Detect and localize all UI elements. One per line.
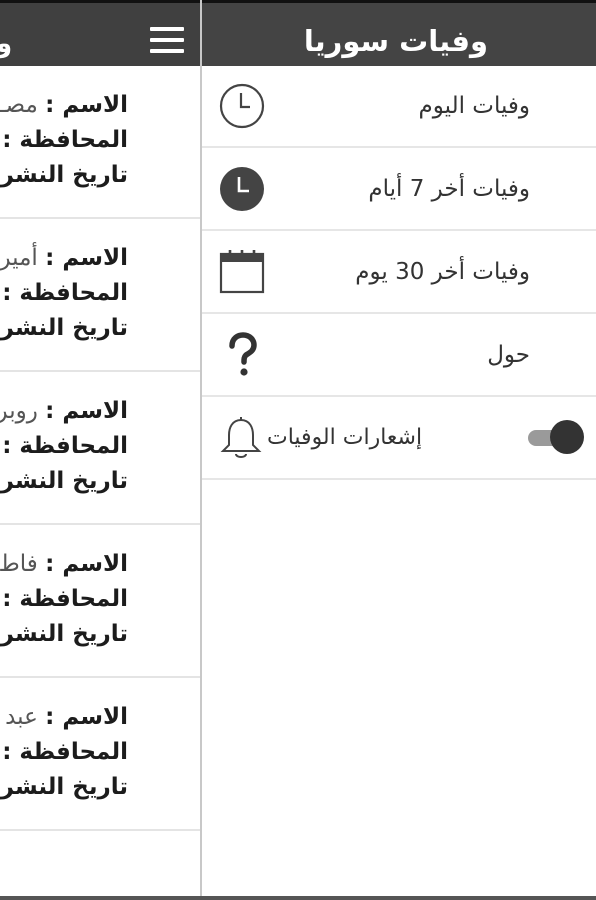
nav-item-7-days[interactable]: وفيات أخر 7 أيام <box>202 149 596 231</box>
question-icon <box>229 332 257 376</box>
name-label: الاسم : <box>45 92 128 118</box>
notifications-toggle[interactable] <box>528 420 584 456</box>
main-app-bar: و <box>0 0 200 66</box>
date-label: تاريخ النشر: <box>0 315 128 341</box>
province-label: المحافظة : <box>2 586 128 612</box>
date-label: تاريخ النشر: <box>0 774 128 800</box>
name-label: الاسم : <box>45 551 128 577</box>
nav-item-label: حول <box>487 342 530 368</box>
calendar-icon <box>219 250 265 294</box>
death-notice-card[interactable]: الاسم : عبد المحافظة : تاريخ النشر: <box>0 678 200 831</box>
drawer-title: وفيات سوريا <box>303 24 488 58</box>
name-value: أمير <box>0 245 38 271</box>
hamburger-menu-icon[interactable] <box>150 27 184 53</box>
navigation-drawer: وفيات سوريا وفيات اليوم وفيات أخر 7 أيام… <box>200 0 596 900</box>
death-notice-card[interactable]: الاسم : روبر المحافظة : تاريخ النشر: <box>0 372 200 525</box>
notifications-label: إشعارات الوفيات <box>267 425 423 450</box>
province-label: المحافظة : <box>2 127 128 153</box>
nav-item-label: وفيات أخر 7 أيام <box>368 176 530 202</box>
province-label: المحافظة : <box>2 280 128 306</box>
main-content: و الاسم : مصـ المحافظة : تاريخ النشر: ال… <box>0 0 200 900</box>
name-value: فاط <box>0 551 38 577</box>
clock-filled-icon <box>220 167 264 211</box>
province-label: المحافظة : <box>2 739 128 765</box>
clock-outline-icon <box>219 83 265 129</box>
name-value: روبر <box>0 398 38 424</box>
province-label: المحافظة : <box>2 433 128 459</box>
date-label: تاريخ النشر: <box>0 621 128 647</box>
death-notice-card[interactable]: الاسم : فاط المحافظة : تاريخ النشر: <box>0 525 200 678</box>
nav-item-label: وفيات اليوم <box>418 93 530 119</box>
death-notice-card[interactable]: الاسم : أمير المحافظة : تاريخ النشر: <box>0 219 200 372</box>
nav-item-notifications: إشعارات الوفيات <box>202 398 596 480</box>
name-value: عبد <box>5 704 38 730</box>
name-value: مصـ <box>0 92 38 118</box>
name-label: الاسم : <box>45 398 128 424</box>
name-label: الاسم : <box>45 245 128 271</box>
death-notice-card[interactable]: الاسم : مصـ المحافظة : تاريخ النشر: <box>0 66 200 219</box>
nav-item-today-deaths[interactable]: وفيات اليوم <box>202 66 596 148</box>
name-label: الاسم : <box>45 704 128 730</box>
nav-item-label: وفيات أخر 30 يوم <box>355 259 530 285</box>
nav-item-about[interactable]: حول <box>202 315 596 397</box>
date-label: تاريخ النشر: <box>0 468 128 494</box>
nav-item-30-days[interactable]: وفيات أخر 30 يوم <box>202 232 596 314</box>
main-title: و <box>0 29 13 59</box>
death-notice-list: الاسم : مصـ المحافظة : تاريخ النشر: الاس… <box>0 66 200 831</box>
drawer-header: وفيات سوريا <box>202 0 596 66</box>
date-label: تاريخ النشر: <box>0 162 128 188</box>
bell-icon <box>220 417 262 458</box>
bottom-edge-divider <box>0 896 596 900</box>
toggle-knob <box>550 420 584 454</box>
